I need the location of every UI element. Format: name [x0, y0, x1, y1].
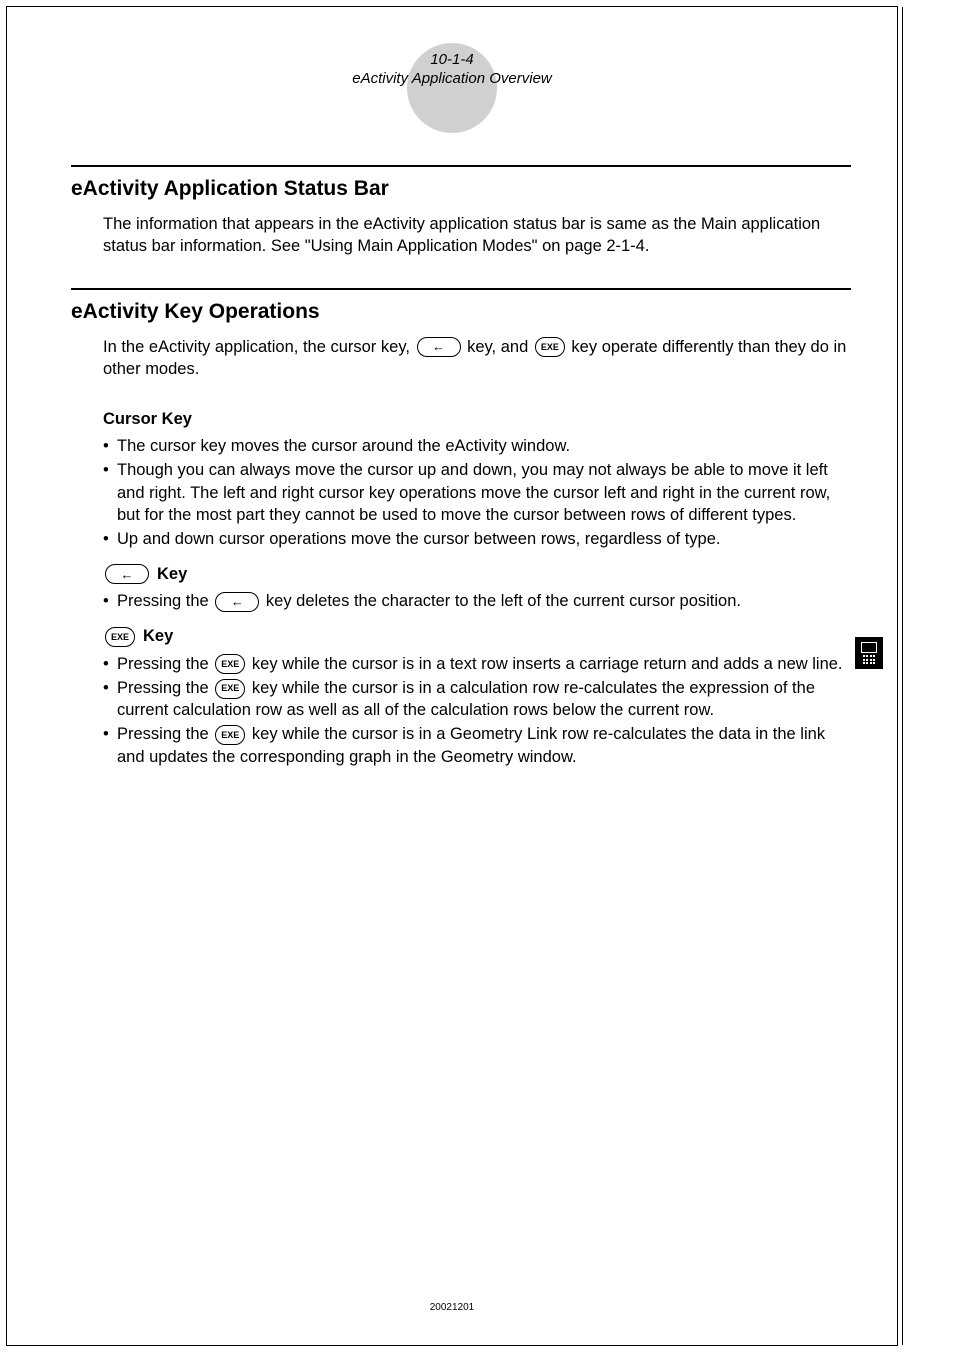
page-container: 10-1-4 eActivity Application Overview eA…	[6, 6, 898, 1346]
bullet-text: Up and down cursor operations move the c…	[117, 528, 851, 550]
section-heading-status-bar: eActivity Application Status Bar	[71, 177, 851, 201]
bullet-text: The cursor key moves the cursor around t…	[117, 435, 851, 457]
bullet-icon: •	[103, 435, 117, 457]
bullet-text: Pressing the ← key deletes the character…	[117, 590, 851, 612]
list-item: • Pressing the EXE key while the cursor …	[103, 723, 851, 768]
key-heading-text: Key	[143, 627, 173, 646]
back-key-list: • Pressing the ← key deletes the charact…	[103, 590, 851, 612]
bullet-text: Pressing the EXE key while the cursor is…	[117, 653, 851, 675]
section-divider	[71, 288, 851, 290]
page-ref: 10-1-4	[7, 51, 897, 68]
exe-key-icon: EXE	[215, 725, 245, 745]
page-header: 10-1-4 eActivity Application Overview	[7, 51, 897, 87]
exe-key-icon: EXE	[215, 679, 245, 699]
inner-border	[902, 7, 903, 1345]
calculator-icon	[855, 637, 883, 669]
bullet-icon: •	[103, 590, 117, 612]
bullet-text: Pressing the EXE key while the cursor is…	[117, 723, 851, 768]
bullet-icon: •	[103, 677, 117, 722]
calculator-keys-icon	[863, 655, 876, 664]
back-key-heading: ← Key	[103, 564, 851, 584]
exe-key-icon: EXE	[215, 654, 245, 674]
content-area: eActivity Application Status Bar The inf…	[71, 165, 851, 770]
key-heading-text: Key	[157, 565, 187, 584]
bullet-text: Pressing the EXE key while the cursor is…	[117, 677, 851, 722]
back-arrow-key-icon: ←	[105, 564, 149, 584]
section-heading-key-ops: eActivity Key Operations	[71, 300, 851, 324]
bullet-icon: •	[103, 653, 117, 675]
exe-key-icon: EXE	[105, 627, 135, 647]
page-title: eActivity Application Overview	[7, 70, 897, 87]
list-item: • Though you can always move the cursor …	[103, 459, 851, 526]
bullet-icon: •	[103, 459, 117, 526]
bullet-icon: •	[103, 723, 117, 768]
list-item: • Pressing the EXE key while the cursor …	[103, 677, 851, 722]
exe-key-icon: EXE	[535, 337, 565, 357]
calculator-screen-icon	[861, 642, 877, 653]
list-item: • Pressing the EXE key while the cursor …	[103, 653, 851, 675]
exe-key-list: • Pressing the EXE key while the cursor …	[103, 653, 851, 768]
list-item: • Up and down cursor operations move the…	[103, 528, 851, 550]
footer-date: 20021201	[7, 1302, 897, 1313]
back-arrow-key-icon: ←	[215, 592, 259, 612]
section-divider	[71, 165, 851, 167]
cursor-key-heading: Cursor Key	[103, 410, 851, 429]
intro-mid: key, and	[463, 338, 533, 356]
exe-key-heading: EXE Key	[103, 627, 851, 647]
back-arrow-key-icon: ←	[417, 337, 461, 357]
intro-pre: In the eActivity application, the cursor…	[103, 338, 415, 356]
key-ops-intro: In the eActivity application, the cursor…	[103, 336, 851, 381]
status-bar-intro: The information that appears in the eAct…	[103, 213, 851, 258]
bullet-icon: •	[103, 528, 117, 550]
list-item: • The cursor key moves the cursor around…	[103, 435, 851, 457]
list-item: • Pressing the ← key deletes the charact…	[103, 590, 851, 612]
cursor-key-list: • The cursor key moves the cursor around…	[103, 435, 851, 550]
bullet-text: Though you can always move the cursor up…	[117, 459, 851, 526]
